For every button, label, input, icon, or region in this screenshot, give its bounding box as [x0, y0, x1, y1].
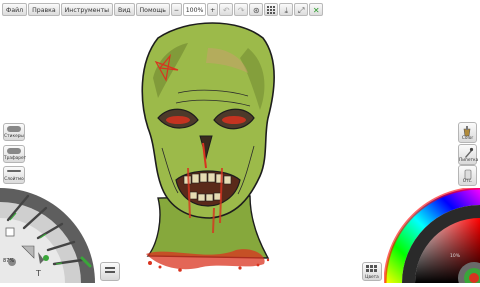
- redo-icon[interactable]: ↷: [234, 3, 249, 16]
- menu-edit[interactable]: Правка: [28, 3, 60, 16]
- tracing-icon: [7, 148, 21, 154]
- grid-icon[interactable]: [264, 3, 279, 16]
- brush-options-button[interactable]: [100, 262, 120, 281]
- save-icon[interactable]: ⤓: [279, 3, 294, 16]
- hide-ui-icon[interactable]: ✕: [309, 3, 324, 16]
- stickers-button[interactable]: Стикеры: [3, 123, 25, 141]
- layers-icon: [7, 170, 21, 172]
- color-wheel[interactable]: 10%: [383, 186, 480, 287]
- zombie-drawing: [141, 22, 275, 272]
- brush-wheel[interactable]: T 87%: [0, 188, 100, 283]
- zoom-value[interactable]: 100%: [183, 3, 207, 16]
- sample-button[interactable]: Пипетка: [458, 144, 478, 165]
- fullscreen-icon[interactable]: ⤢: [294, 3, 309, 16]
- menu-tools[interactable]: Инструменты: [60, 3, 113, 16]
- tracing-button[interactable]: Трафарет: [3, 145, 26, 163]
- swatch-grid-icon: [366, 265, 377, 272]
- brush-opacity-readout: 87%: [3, 258, 15, 264]
- drawing-canvas[interactable]: [118, 18, 368, 283]
- menu-bar: Файл Правка Инструменты Вид Помощь − 100…: [2, 3, 324, 16]
- color-button[interactable]: Color: [458, 122, 477, 143]
- zoom-out-button[interactable]: −: [170, 3, 183, 16]
- options-icon: [105, 267, 115, 269]
- menu-help[interactable]: Помощь: [135, 3, 170, 16]
- menu-view[interactable]: Вид: [113, 3, 135, 16]
- undo-icon[interactable]: ↶: [219, 3, 234, 16]
- symmetry-icon[interactable]: ⊛: [249, 3, 264, 16]
- svg-text:T: T: [35, 269, 41, 278]
- menu-file[interactable]: Файл: [2, 3, 28, 16]
- layers-button[interactable]: Слойтмо: [3, 166, 25, 184]
- colors-swatch-button[interactable]: Цвета: [362, 262, 382, 281]
- zoom-in-button[interactable]: +: [207, 3, 219, 16]
- opacity-button[interactable]: Отс.: [458, 165, 477, 186]
- size-readout: 10%: [449, 254, 460, 259]
- sticker-icon: [7, 126, 21, 132]
